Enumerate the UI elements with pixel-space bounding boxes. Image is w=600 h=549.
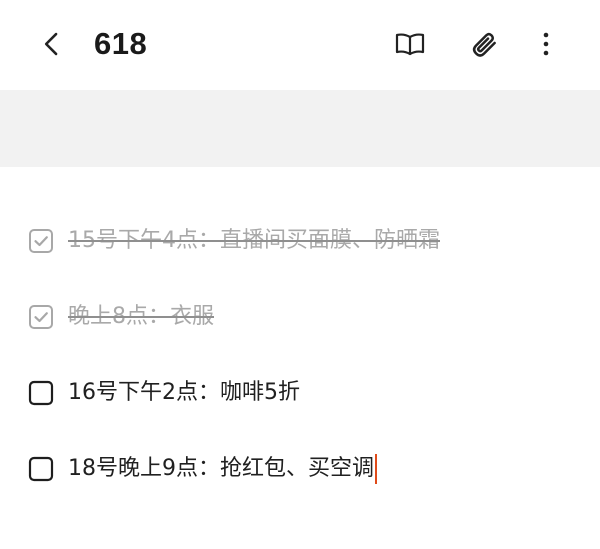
back-button[interactable] [30,22,74,66]
checkbox-checked[interactable] [28,304,54,330]
book-icon [395,33,425,56]
text-cursor [375,454,377,484]
toolbar-placeholder-band [0,90,600,167]
more-options-button[interactable] [526,24,566,64]
chevron-left-icon [44,32,58,56]
note-title[interactable]: 618 [94,24,147,64]
more-vertical-icon [543,32,549,56]
checked-box-icon [29,229,53,253]
checklist-item-text[interactable]: 15号下午4点：直播间买面膜、防晒霜 [68,226,440,256]
checklist-item-text[interactable]: 晚上8点：衣服 [68,302,214,332]
checkbox-unchecked[interactable] [28,456,54,482]
checklist-item: 晚上8点：衣服 [28,297,214,337]
checkbox-unchecked[interactable] [28,380,54,406]
checkbox-checked[interactable] [28,228,54,254]
attach-button[interactable] [464,24,504,64]
checked-box-icon [29,305,53,329]
empty-box-icon [28,456,54,482]
checklist-item: 15号下午4点：直播间买面膜、防晒霜 [28,221,440,261]
checklist-item: 16号下午2点：咖啡5折 [28,373,300,413]
note-body[interactable]: 15号下午4点：直播间买面膜、防晒霜 晚上8点：衣服 16号下午2点：咖啡5折 … [0,167,600,549]
empty-box-icon [28,380,54,406]
top-app-bar: 618 [0,0,600,90]
paperclip-icon [472,32,496,57]
checklist-item-text[interactable]: 18号晚上9点：抢红包、买空调 [68,454,374,484]
reading-mode-button[interactable] [390,24,430,64]
checklist-item-text[interactable]: 16号下午2点：咖啡5折 [68,378,300,408]
checklist-item: 18号晚上9点：抢红包、买空调 [28,449,377,489]
